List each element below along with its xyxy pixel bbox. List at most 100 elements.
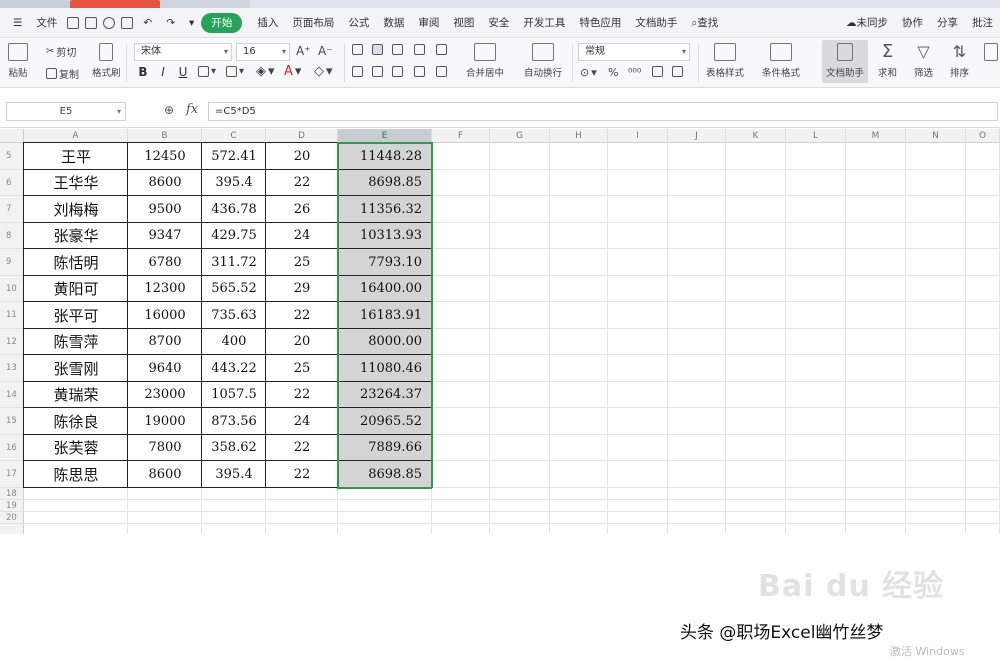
tab-view[interactable]: 视图	[446, 13, 481, 33]
conditional-format-button[interactable]: 条件格式	[762, 43, 800, 79]
cell-a11[interactable]: 张平可	[24, 302, 128, 329]
fx-icon[interactable]: fx	[186, 102, 198, 117]
column-header-h[interactable]: H	[550, 129, 608, 143]
thousands-button[interactable]: ⁰⁰⁰	[628, 66, 641, 79]
row-header-12[interactable]: 12	[0, 329, 24, 355]
cell-a5[interactable]: 王平	[24, 143, 128, 170]
column-header-a[interactable]: A	[24, 129, 128, 143]
cell-c6[interactable]: 395.4	[202, 170, 266, 197]
chevron-down-icon[interactable]: ▾	[182, 13, 201, 33]
save-icon[interactable]	[67, 16, 80, 29]
paste-button[interactable]: 粘贴	[8, 43, 28, 79]
format-button[interactable]	[984, 43, 998, 61]
cell-d10[interactable]: 29	[266, 276, 338, 303]
cell-d5[interactable]: 20	[266, 143, 338, 170]
cell-b13[interactable]: 9640	[128, 355, 202, 382]
font-size-select[interactable]: 16	[236, 43, 290, 61]
sort-button[interactable]: ⇅ 排序	[950, 43, 969, 80]
cell-c7[interactable]: 436.78	[202, 196, 266, 223]
fill-style-button[interactable]: ▾	[226, 66, 244, 77]
tab-special[interactable]: 特色应用	[572, 13, 628, 33]
number-format-select[interactable]: 常规	[578, 43, 690, 61]
increase-decimal-button[interactable]	[652, 66, 663, 77]
cell-c13[interactable]: 443.22	[202, 355, 266, 382]
tab-data[interactable]: 数据	[376, 13, 411, 33]
cell-c12[interactable]: 400	[202, 329, 266, 356]
search-button[interactable]: ⌕查找	[684, 13, 725, 33]
column-header-n[interactable]: N	[906, 129, 966, 143]
tab-home[interactable]: 开始	[201, 12, 243, 33]
cell-b11[interactable]: 16000	[128, 302, 202, 329]
tab-security[interactable]: 安全	[481, 13, 516, 33]
row-header-19[interactable]: 19	[0, 500, 24, 512]
cell-b7[interactable]: 9500	[128, 196, 202, 223]
cell-e5[interactable]: 11448.28	[338, 143, 432, 170]
cell-c9[interactable]: 311.72	[202, 249, 266, 276]
cell-d7[interactable]: 26	[266, 196, 338, 223]
window-tab-1[interactable]	[0, 0, 70, 8]
column-header-g[interactable]: G	[490, 129, 550, 143]
font-name-select[interactable]: 宋体	[134, 43, 232, 61]
window-tab-3[interactable]	[160, 0, 250, 8]
align-right-icon[interactable]	[392, 66, 403, 77]
fill-color-button[interactable]: ◈ ▾	[256, 64, 275, 79]
cell-d14[interactable]: 22	[266, 382, 338, 409]
indent-icon[interactable]	[414, 44, 425, 55]
cell-a17[interactable]: 陈思思	[24, 461, 128, 488]
cell-c5[interactable]: 572.41	[202, 143, 266, 170]
cell-e14[interactable]: 23264.37	[338, 381, 432, 408]
row-header-14[interactable]: 14	[0, 382, 24, 408]
outdent-icon[interactable]	[436, 44, 447, 55]
cell-a6[interactable]: 王华华	[24, 170, 128, 197]
doc-helper-button[interactable]: 文档助手	[822, 40, 869, 83]
cell-d13[interactable]: 25	[266, 355, 338, 382]
name-box[interactable]: E5	[6, 102, 126, 121]
cell-a12[interactable]: 陈雪萍	[24, 329, 128, 356]
select-all-corner[interactable]	[0, 129, 24, 143]
align-top-icon[interactable]	[352, 44, 363, 55]
undo-icon[interactable]: ↶	[136, 13, 159, 33]
merge-center-button[interactable]: 合并居中	[466, 43, 504, 79]
row-header-5[interactable]: 5	[0, 143, 24, 170]
column-header-k[interactable]: K	[726, 129, 786, 143]
cell-b17[interactable]: 8600	[128, 461, 202, 488]
cell-b15[interactable]: 19000	[128, 408, 202, 435]
cell-b14[interactable]: 23000	[128, 382, 202, 409]
tab-developer[interactable]: 开发工具	[516, 13, 572, 33]
cut-button[interactable]: ✂ 剪切	[46, 44, 76, 59]
align-left-icon[interactable]	[352, 66, 363, 77]
window-tab-2[interactable]	[70, 0, 160, 8]
column-header-b[interactable]: B	[128, 129, 202, 143]
row-header-11[interactable]: 11	[0, 302, 24, 329]
cell-b6[interactable]: 8600	[128, 170, 202, 197]
row-header-18[interactable]: 18	[0, 488, 24, 500]
column-header-f[interactable]: F	[432, 129, 490, 143]
column-header-e[interactable]: E	[338, 129, 432, 143]
column-header-m[interactable]: M	[846, 129, 906, 143]
cell-a15[interactable]: 陈徐良	[24, 408, 128, 435]
share-button[interactable]: 分享	[930, 13, 965, 33]
tab-doc-helper[interactable]: 文档助手	[628, 13, 684, 33]
cell-b16[interactable]: 7800	[128, 435, 202, 462]
cell-b10[interactable]: 12300	[128, 276, 202, 303]
cell-d16[interactable]: 22	[266, 435, 338, 462]
cell-c10[interactable]: 565.52	[202, 276, 266, 303]
cell-b8[interactable]: 9347	[128, 223, 202, 250]
cell-c11[interactable]: 735.63	[202, 302, 266, 329]
row-header-20[interactable]: 20	[0, 512, 24, 524]
italic-button[interactable]: I	[156, 65, 170, 79]
decrease-decimal-button[interactable]	[672, 66, 683, 77]
cell-d15[interactable]: 24	[266, 408, 338, 435]
row-header-6[interactable]: 6	[0, 170, 24, 196]
row-header-7[interactable]: 7	[0, 196, 24, 223]
formula-input[interactable]: =C5*D5	[208, 102, 998, 121]
row-header-17[interactable]: 17	[0, 461, 24, 488]
spreadsheet-grid[interactable]: ABCDEFGHIJKLMNO 5 6 7 8 9 10 11 12 13 14 15 16 17 18 1…	[0, 129, 1000, 658]
align-center-icon[interactable]	[372, 66, 383, 77]
cell-e9[interactable]: 7793.10	[338, 249, 432, 276]
cell-e13[interactable]: 11080.46	[338, 355, 432, 382]
cell-b12[interactable]: 8700	[128, 329, 202, 356]
wrap-text-button[interactable]: 自动换行	[524, 43, 562, 79]
eraser-button[interactable]: ◇ ▾	[314, 64, 333, 79]
cell-e12[interactable]: 8000.00	[338, 328, 432, 355]
